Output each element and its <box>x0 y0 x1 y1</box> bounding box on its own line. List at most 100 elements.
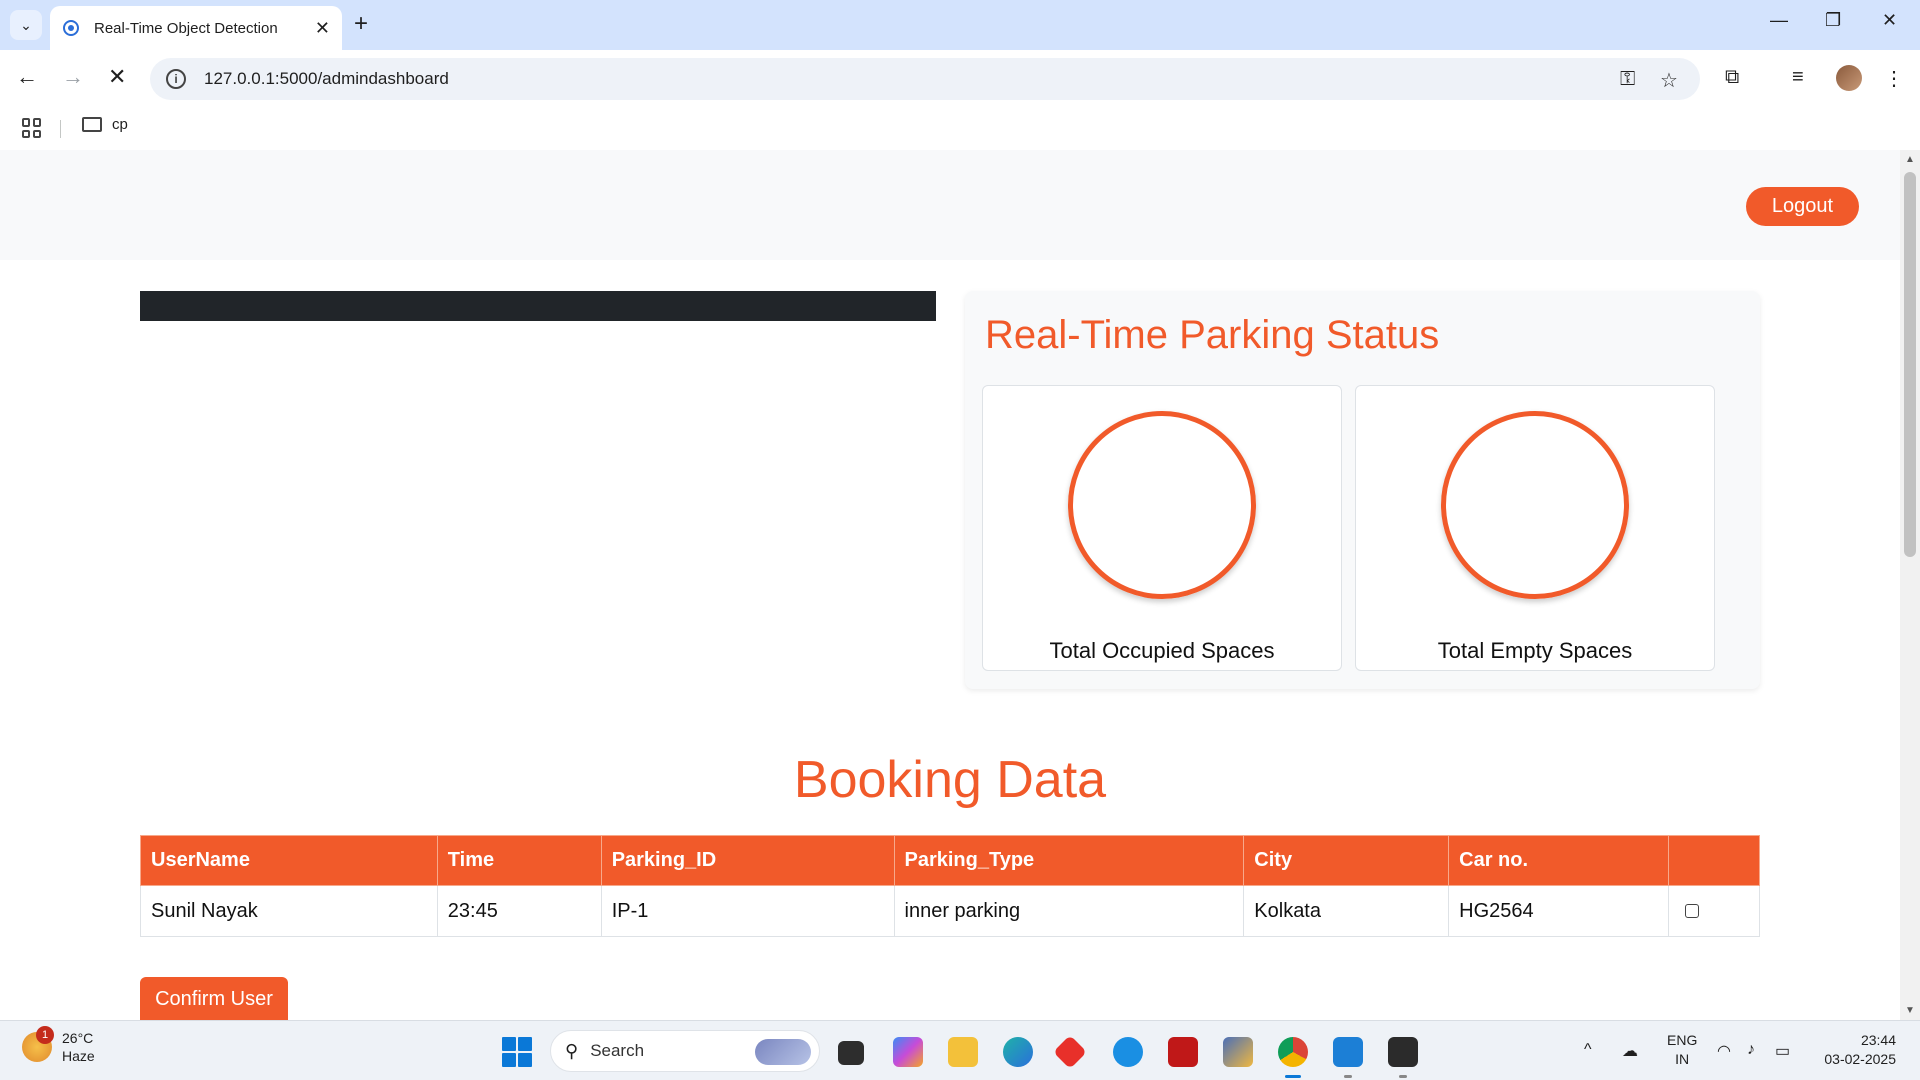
table-row: Sunil Nayak 23:45 IP-1 inner parking Kol… <box>140 885 1760 937</box>
onedrive-icon[interactable]: ☁ <box>1622 1041 1638 1061</box>
empty-spaces-box: Total Empty Spaces <box>1355 385 1715 671</box>
cell-parking-id: IP-1 <box>600 885 895 937</box>
chrome-icon[interactable] <box>1278 1037 1308 1067</box>
bookmark-divider <box>60 120 61 138</box>
notification-badge: 1 <box>36 1026 54 1044</box>
forward-arrow-icon[interactable]: → <box>62 64 84 90</box>
cell-time: 23:45 <box>436 885 602 937</box>
bookmark-star-icon[interactable]: ☆ <box>1660 68 1678 93</box>
cell-select <box>1668 885 1760 937</box>
occupied-spaces-box: Total Occupied Spaces <box>982 385 1342 671</box>
column-header-username: UserName <box>140 835 438 886</box>
occupied-count-circle <box>1068 411 1256 599</box>
language-code: ENG <box>1667 1032 1698 1048</box>
parking-status-card: Real-Time Parking Status Total Occupied … <box>965 291 1760 689</box>
column-header-car-no: Car no. <box>1448 835 1669 886</box>
vscode-icon[interactable] <box>1333 1037 1363 1067</box>
browser-toolbar: ← → ✕ i 127.0.0.1:5000/admindashboard ⚿ … <box>0 50 1920 108</box>
clock-time: 23:44 <box>1860 1032 1896 1048</box>
confirm-user-button[interactable]: Confirm User <box>140 977 288 1020</box>
vscode-running-indicator <box>1344 1075 1352 1078</box>
new-tab-button[interactable]: + <box>354 10 368 38</box>
address-url[interactable]: 127.0.0.1:5000/admindashboard <box>204 69 449 89</box>
volume-icon[interactable]: ♪ <box>1747 1041 1755 1059</box>
extensions-icon[interactable]: ⧉ <box>1725 66 1739 89</box>
windows-start-icon[interactable] <box>502 1037 532 1067</box>
terminal-running-indicator <box>1399 1075 1407 1078</box>
tray-overflow-icon[interactable]: ^ <box>1584 1041 1592 1059</box>
page-scrollbar[interactable]: ▲ ▼ <box>1900 150 1920 1020</box>
booking-data-title: Booking Data <box>793 751 1107 809</box>
wifi-icon[interactable]: ◠ <box>1717 1041 1731 1061</box>
store-app-icon[interactable] <box>1223 1037 1253 1067</box>
address-bar[interactable]: i 127.0.0.1:5000/admindashboard ⚿ ☆ <box>150 58 1700 100</box>
column-header-parking-type: Parking_Type <box>893 835 1245 886</box>
restore-icon[interactable]: ❐ <box>1825 10 1841 31</box>
column-header-time: Time <box>436 835 602 886</box>
bookmark-folder-label: cp <box>112 116 128 133</box>
browser-tab-active[interactable]: Real-Time Object Detection ✕ <box>50 6 342 50</box>
back-arrow-icon[interactable]: ← <box>16 64 38 90</box>
terminal-icon[interactable] <box>1388 1037 1418 1067</box>
clock-date: 03-02-2025 <box>1824 1051 1896 1067</box>
video-feed-bar <box>140 291 936 321</box>
browser-tab-bar: ⌄ Real-Time Object Detection ✕ + — ❐ ✕ <box>0 0 1920 50</box>
apps-grid-icon[interactable] <box>22 118 42 138</box>
minimize-icon[interactable]: — <box>1770 10 1788 31</box>
column-header-parking-id: Parking_ID <box>600 835 895 886</box>
bookmark-folder-cp[interactable]: cp <box>82 116 128 133</box>
cell-parking-type: inner parking <box>893 885 1245 937</box>
cell-car-no: HG2564 <box>1448 885 1669 937</box>
logout-button[interactable]: Logout <box>1746 187 1859 226</box>
tab-search-button[interactable]: ⌄ <box>10 10 42 40</box>
search-icon: ⚲ <box>565 1040 579 1061</box>
scroll-up-icon[interactable]: ▲ <box>1905 154 1915 165</box>
chrome-active-indicator <box>1285 1075 1301 1078</box>
weather-widget[interactable]: 1 26°C Haze <box>22 1026 95 1065</box>
weather-temperature: 26°C <box>62 1030 94 1046</box>
row-select-checkbox[interactable] <box>1685 904 1699 919</box>
weather-description: Haze <box>62 1048 95 1064</box>
folder-icon <box>82 117 102 132</box>
help-icon[interactable] <box>1113 1037 1143 1067</box>
language-indicator[interactable]: ENG IN <box>1667 1031 1697 1069</box>
weather-haze-icon: 1 <box>22 1026 54 1062</box>
copilot-icon[interactable] <box>893 1037 923 1067</box>
empty-count-circle <box>1441 411 1629 599</box>
profile-avatar[interactable] <box>1836 65 1862 91</box>
search-highlight-image <box>755 1039 811 1065</box>
parking-status-title: Real-Time Parking Status <box>985 313 1440 357</box>
browser-menu-icon[interactable]: ⋮ <box>1884 66 1904 91</box>
column-header-select <box>1668 835 1760 886</box>
empty-spaces-label: Total Empty Spaces <box>1437 638 1633 663</box>
tab-close-icon[interactable]: ✕ <box>315 18 330 39</box>
region-code: IN <box>1675 1051 1690 1067</box>
bookmarks-bar: cp <box>0 108 1920 150</box>
cell-username: Sunil Nayak <box>140 885 438 937</box>
file-explorer-icon[interactable] <box>948 1037 978 1067</box>
mcafee-icon[interactable] <box>1168 1037 1198 1067</box>
table-header-row: UserName Time Parking_ID Parking_Type Ci… <box>140 835 1760 886</box>
media-control-icon[interactable]: ≡ <box>1792 66 1804 89</box>
battery-icon[interactable]: ▭ <box>1775 1041 1790 1061</box>
password-key-icon[interactable]: ⚿ <box>1620 68 1635 91</box>
scrollbar-thumb[interactable] <box>1904 172 1916 557</box>
site-favicon-icon <box>63 20 79 36</box>
scroll-down-icon[interactable]: ▼ <box>1905 1005 1915 1016</box>
task-view-icon[interactable] <box>838 1041 864 1065</box>
booking-table: UserName Time Parking_ID Parking_Type Ci… <box>140 835 1760 937</box>
window-close-icon[interactable]: ✕ <box>1882 10 1897 31</box>
occupied-spaces-label: Total Occupied Spaces <box>1049 638 1275 663</box>
edge-browser-icon[interactable] <box>1003 1037 1033 1067</box>
stop-loading-icon[interactable]: ✕ <box>108 64 126 90</box>
page-header: Logout <box>0 150 1900 260</box>
system-clock[interactable]: 23:44 03-02-2025 <box>1816 1031 1896 1069</box>
taskbar-search-placeholder: Search <box>590 1041 645 1060</box>
windows-taskbar: 1 26°C Haze ⚲ Search ^ ☁ ENG IN ◠ ♪ ▭ 23… <box>0 1020 1920 1080</box>
cell-city: Kolkata <box>1243 885 1450 937</box>
page-content: Logout Real-Time Parking Status Total Oc… <box>0 150 1900 1020</box>
tab-title: Real-Time Object Detection <box>94 19 278 37</box>
anydesk-icon[interactable] <box>1053 1035 1087 1069</box>
taskbar-search-box[interactable]: ⚲ Search <box>550 1030 820 1072</box>
site-info-icon[interactable]: i <box>166 69 186 89</box>
